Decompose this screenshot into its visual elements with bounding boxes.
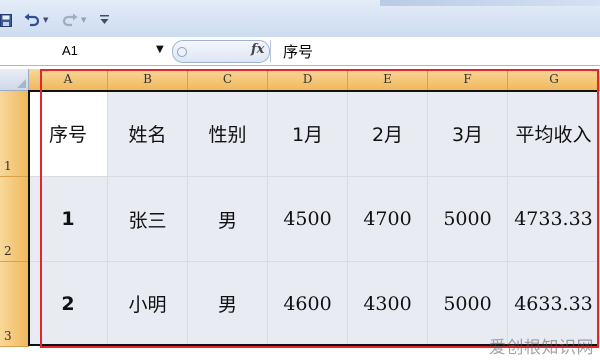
customize-qat-icon	[100, 15, 109, 24]
watermark: 爱创根知识网	[489, 338, 594, 358]
column-header-a[interactable]: A	[29, 69, 108, 91]
undo-button[interactable]: ▼	[24, 12, 54, 28]
cell-g1[interactable]: 平均收入	[508, 91, 600, 177]
cell-a1[interactable]: 序号	[29, 91, 108, 177]
worksheet-grid: A B C D E F G 1 2 3 序号 姓名 性别 1月 2月 3月 平均…	[0, 69, 600, 360]
column-header-f[interactable]: F	[428, 69, 508, 91]
cell-d3[interactable]: 4600	[268, 262, 348, 346]
column-header-e[interactable]: E	[348, 69, 428, 91]
cell-c3[interactable]: 男	[188, 262, 268, 346]
undo-icon	[24, 13, 40, 27]
cell-b3[interactable]: 小明	[108, 262, 188, 346]
name-box-dropdown-icon[interactable]: ▼	[156, 44, 164, 55]
cell-a3[interactable]: 2	[29, 262, 108, 346]
row-number: 2	[4, 244, 12, 258]
column-header-c[interactable]: C	[188, 69, 268, 91]
select-all-button[interactable]	[0, 69, 29, 91]
select-all-triangle-icon	[17, 79, 26, 88]
cell-d2[interactable]: 4500	[268, 177, 348, 262]
resize-handle-icon[interactable]	[177, 47, 187, 57]
name-box[interactable]: A1 ▼	[0, 40, 172, 62]
insert-function-area: fx	[172, 40, 270, 63]
quick-access-toolbar: ▼ ▼	[0, 0, 600, 38]
save-icon	[0, 13, 12, 27]
column-header-g[interactable]: G	[508, 69, 600, 91]
cell-e2[interactable]: 4700	[348, 177, 428, 262]
redo-dropdown-icon[interactable]: ▼	[81, 16, 86, 24]
cell-f1[interactable]: 3月	[428, 91, 508, 177]
formula-bar: A1 ▼ fx 序号	[0, 37, 600, 66]
redo-button[interactable]: ▼	[62, 12, 92, 28]
cell-g2[interactable]: 4733.33	[508, 177, 600, 262]
undo-dropdown-icon[interactable]: ▼	[43, 16, 48, 24]
column-header-b[interactable]: B	[108, 69, 188, 91]
formula-input[interactable]: 序号	[270, 40, 600, 62]
cell-c1[interactable]: 性别	[188, 91, 268, 177]
insert-function-button[interactable]: fx	[251, 42, 264, 57]
row-header-3[interactable]: 3	[0, 262, 29, 347]
customize-qat-button[interactable]	[100, 12, 112, 28]
cell-c2[interactable]: 男	[188, 177, 268, 262]
cell-d1[interactable]: 1月	[268, 91, 348, 177]
row-number: 1	[4, 159, 12, 173]
cell-e3[interactable]: 4300	[348, 262, 428, 346]
row-header-1[interactable]: 1	[0, 91, 29, 177]
save-button[interactable]	[0, 12, 14, 28]
cell-f2[interactable]: 5000	[428, 177, 508, 262]
formula-input-value: 序号	[283, 43, 314, 61]
cell-b1[interactable]: 姓名	[108, 91, 188, 177]
row-header-2[interactable]: 2	[0, 177, 29, 262]
column-header-d[interactable]: D	[268, 69, 348, 91]
cell-b2[interactable]: 张三	[108, 177, 188, 262]
redo-icon	[62, 13, 78, 27]
cell-e1[interactable]: 2月	[348, 91, 428, 177]
cell-a2[interactable]: 1	[29, 177, 108, 262]
name-box-value: A1	[62, 43, 78, 58]
row-number: 3	[4, 329, 12, 343]
ribbon-edge	[380, 0, 600, 6]
